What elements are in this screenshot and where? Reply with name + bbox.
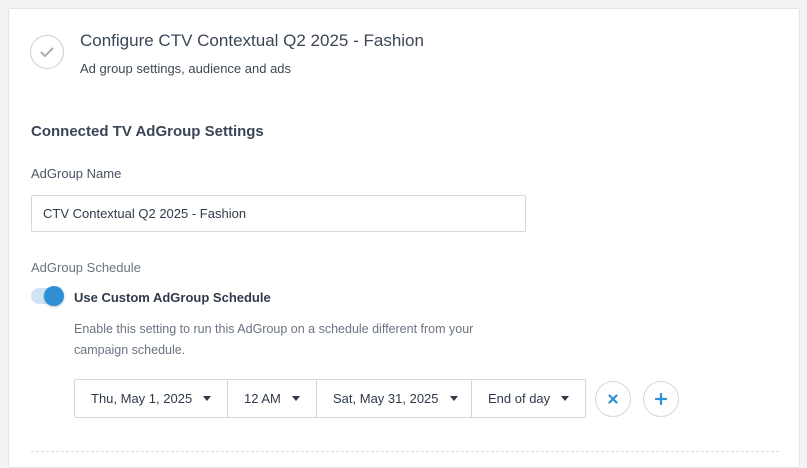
section-title: Connected TV AdGroup Settings — [31, 123, 264, 140]
start-time-dropdown[interactable]: 12 AM — [228, 380, 317, 417]
end-date-value: Sat, May 31, 2025 — [333, 391, 439, 406]
start-time-value: 12 AM — [244, 391, 281, 406]
end-time-value: End of day — [488, 391, 551, 406]
step-subtitle: Ad group settings, audience and ads — [80, 61, 292, 76]
caret-down-icon — [449, 396, 458, 401]
adgroup-schedule-label: AdGroup Schedule — [31, 260, 141, 275]
start-date-dropdown[interactable]: Thu, May 1, 2025 — [75, 380, 228, 417]
caret-down-icon — [203, 396, 212, 401]
caret-down-icon — [561, 396, 570, 401]
add-schedule-button[interactable] — [643, 381, 679, 417]
plus-icon — [655, 393, 667, 405]
end-date-dropdown[interactable]: Sat, May 31, 2025 — [317, 380, 472, 417]
step-status-check-icon — [30, 35, 64, 69]
adgroup-name-label: AdGroup Name — [31, 166, 122, 181]
end-time-dropdown[interactable]: End of day — [472, 380, 585, 417]
custom-schedule-label: Use Custom AdGroup Schedule — [74, 290, 271, 305]
adgroup-config-card: Configure CTV Contextual Q2 2025 - Fashi… — [8, 8, 800, 468]
caret-down-icon — [291, 396, 300, 401]
start-date-value: Thu, May 1, 2025 — [91, 391, 193, 406]
schedule-range-picker: Thu, May 1, 2025 12 AM Sat, May 31, 2025… — [74, 379, 586, 418]
close-icon — [608, 394, 618, 404]
step-title: Configure CTV Contextual Q2 2025 - Fashi… — [80, 31, 424, 50]
adgroup-name-input[interactable] — [31, 195, 526, 232]
toggle-knob — [44, 286, 64, 306]
remove-schedule-button[interactable] — [595, 381, 631, 417]
section-divider — [31, 451, 779, 452]
custom-schedule-help-text: Enable this setting to run this AdGroup … — [74, 322, 474, 357]
custom-schedule-toggle[interactable] — [31, 286, 64, 306]
